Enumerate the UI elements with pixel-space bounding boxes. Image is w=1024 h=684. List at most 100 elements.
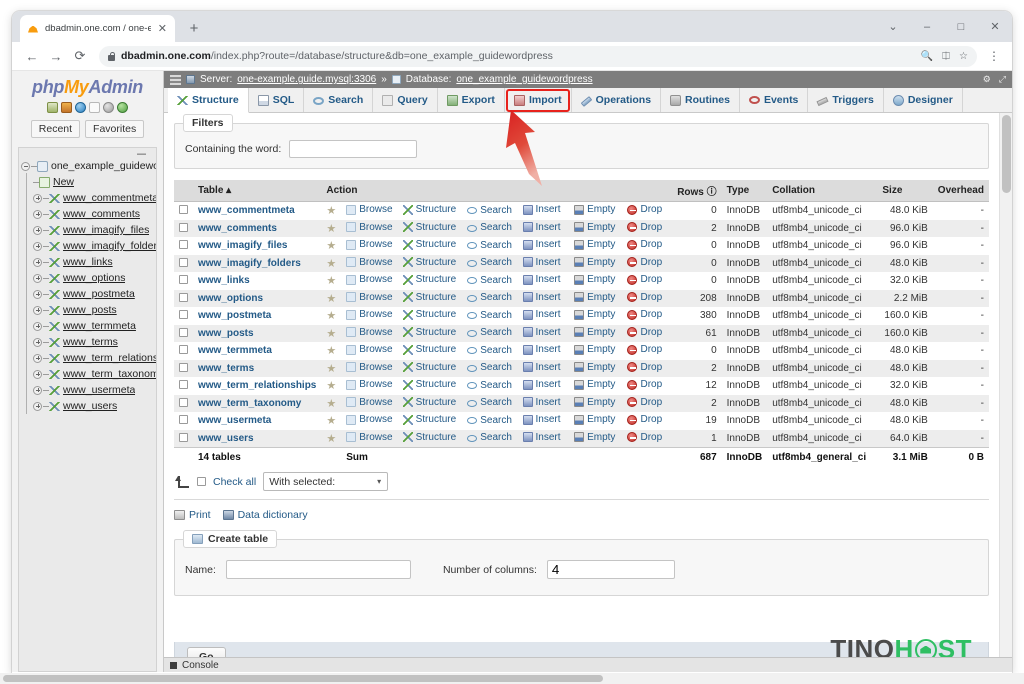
header-collation[interactable]: Collation (767, 180, 878, 202)
structure-link[interactable]: Structure (402, 309, 456, 320)
scrollbar-thumb[interactable] (3, 675, 603, 682)
empty-link[interactable]: Empty (574, 204, 615, 215)
tree-node-table[interactable]: www_options (19, 269, 156, 286)
search-link[interactable]: Search (467, 310, 512, 321)
structure-link[interactable]: Structure (402, 397, 456, 408)
tab-routines[interactable]: Routines (661, 88, 740, 112)
drop-link[interactable]: Drop (627, 397, 662, 408)
favorite-star-icon[interactable]: ★ (326, 293, 336, 305)
expand-toggle-icon[interactable] (33, 401, 42, 411)
empty-link[interactable]: Empty (574, 239, 615, 250)
favorite-star-icon[interactable]: ★ (326, 415, 336, 427)
empty-link[interactable]: Empty (574, 379, 615, 390)
tree-node-table[interactable]: www_postmeta (19, 285, 156, 302)
tree-node-table[interactable]: www_term_taxonomy (19, 365, 156, 382)
table-name-link[interactable]: www_termmeta (198, 345, 272, 356)
search-link[interactable]: Search (467, 275, 512, 286)
insert-link[interactable]: Insert (522, 204, 561, 215)
drop-link[interactable]: Drop (627, 257, 662, 268)
collapse-icon[interactable]: ⤢ (999, 74, 1006, 85)
new-tab-button[interactable]: + (181, 15, 207, 41)
tab-events[interactable]: Events (740, 88, 809, 112)
empty-link[interactable]: Empty (574, 274, 615, 285)
expand-toggle-icon[interactable] (33, 369, 42, 379)
expand-toggle-icon[interactable] (33, 225, 42, 235)
tab-structure[interactable]: Structure (168, 88, 249, 113)
favorite-star-icon[interactable]: ★ (326, 258, 336, 270)
drop-link[interactable]: Drop (627, 239, 662, 250)
scrollbar-thumb[interactable] (1002, 115, 1011, 193)
address-bar[interactable]: dbadmin.one.com/index.php?route=/databas… (99, 45, 977, 67)
search-link[interactable]: Search (467, 240, 512, 251)
empty-link[interactable]: Empty (574, 309, 615, 320)
empty-link[interactable]: Empty (574, 257, 615, 268)
tab-sql[interactable]: SQL (249, 88, 305, 112)
docs-icon[interactable] (89, 102, 100, 113)
table-name-link[interactable]: www_term_taxonomy (198, 398, 301, 409)
header-overhead[interactable]: Overhead (932, 180, 989, 202)
drop-link[interactable]: Drop (627, 204, 662, 215)
insert-link[interactable]: Insert (522, 397, 561, 408)
structure-link[interactable]: Structure (402, 414, 456, 425)
search-link[interactable]: Search (467, 205, 512, 216)
print-link[interactable]: Print (174, 509, 211, 521)
gear-icon[interactable]: ⚙ (983, 74, 991, 85)
expand-toggle-icon[interactable] (33, 289, 42, 299)
table-row[interactable]: www_usermeta ★ Browse Structure Search Insert… (174, 412, 989, 430)
table-row[interactable]: www_terms ★ Browse Structure Search Insert Emp… (174, 359, 989, 377)
expand-toggle-icon[interactable] (33, 337, 42, 347)
browser-tab[interactable]: dbadmin.one.com / one-example ✕ (20, 15, 175, 42)
insert-link[interactable]: Insert (522, 432, 561, 443)
expand-toggle-icon[interactable] (33, 353, 42, 363)
chevron-down-icon[interactable]: ⌄ (876, 11, 910, 42)
tree-node-table[interactable]: www_posts (19, 301, 156, 318)
panel-grip-icon[interactable] (170, 74, 181, 85)
insert-link[interactable]: Insert (522, 362, 561, 373)
check-all-checkbox[interactable] (197, 477, 206, 486)
insert-link[interactable]: Insert (522, 344, 561, 355)
insert-link[interactable]: Insert (522, 239, 561, 250)
check-all-label[interactable]: Check all (213, 476, 256, 488)
minimize-icon[interactable]: – (910, 11, 944, 42)
table-name-link[interactable]: www_imagify_folders (198, 258, 301, 269)
containing-word-input[interactable] (289, 140, 418, 158)
browse-link[interactable]: Browse (346, 362, 393, 373)
insert-link[interactable]: Insert (522, 414, 561, 425)
tree-node-table[interactable]: www_users (19, 397, 156, 414)
table-name-link[interactable]: www_comments (198, 223, 277, 234)
table-row[interactable]: www_termmeta ★ Browse Structure Search Insert… (174, 342, 989, 360)
window-horizontal-scrollbar[interactable] (0, 673, 1024, 684)
close-icon[interactable]: ✕ (157, 22, 168, 35)
row-checkbox[interactable] (179, 292, 188, 302)
header-type[interactable]: Type (721, 180, 768, 202)
header-table[interactable]: Table ▴ (193, 180, 322, 202)
browse-link[interactable]: Browse (346, 222, 393, 233)
insert-link[interactable]: Insert (522, 292, 561, 303)
maximize-icon[interactable]: □ (944, 11, 978, 42)
browse-link[interactable]: Browse (346, 274, 393, 285)
tree-node-new[interactable]: New (19, 173, 156, 190)
row-checkbox[interactable] (179, 327, 188, 337)
favorite-star-icon[interactable]: ★ (326, 433, 336, 445)
insert-link[interactable]: Insert (522, 274, 561, 285)
console-bar[interactable]: Console (164, 657, 1012, 672)
breadcrumb-server-value[interactable]: one-example.guide.mysql:3306 (237, 74, 376, 85)
search-link[interactable]: Search (467, 397, 512, 408)
table-name-link[interactable]: www_postmeta (198, 310, 271, 321)
row-checkbox[interactable] (179, 222, 188, 232)
tree-node-table[interactable]: www_termmeta (19, 317, 156, 334)
row-checkbox[interactable] (179, 240, 188, 250)
empty-link[interactable]: Empty (574, 397, 615, 408)
browse-link[interactable]: Browse (346, 239, 393, 250)
structure-link[interactable]: Structure (402, 327, 456, 338)
header-rows[interactable]: Rows ⓘ (672, 180, 722, 202)
tab-triggers[interactable]: Triggers (808, 88, 884, 112)
structure-link[interactable]: Structure (402, 432, 456, 443)
table-name-link[interactable]: www_term_relationships (198, 380, 316, 391)
empty-link[interactable]: Empty (574, 432, 615, 443)
search-link[interactable]: Search (467, 327, 512, 338)
table-name-link[interactable]: www_users (198, 433, 254, 444)
with-selected-dropdown[interactable]: With selected: ▾ (263, 472, 389, 491)
table-name-link[interactable]: www_links (198, 275, 250, 286)
tree-node-table[interactable]: www_commentmeta (19, 189, 156, 206)
